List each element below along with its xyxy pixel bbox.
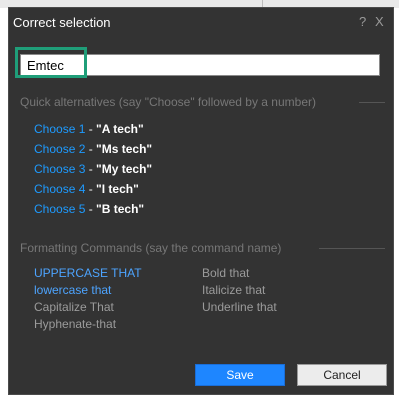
choose-label[interactable]: Choose 1: [34, 122, 85, 136]
dialog-title: Correct selection: [13, 15, 111, 30]
command-uppercase-that[interactable]: UPPERCASE THAT: [34, 266, 142, 283]
alternatives-list: Choose 1 - "A tech" Choose 2 - "Ms tech"…: [34, 122, 152, 222]
alternative-text: "My tech": [96, 162, 153, 176]
alternative-text: "I tech": [96, 182, 139, 196]
save-button[interactable]: Save: [195, 364, 285, 386]
separator: -: [85, 202, 97, 216]
alternative-item-1[interactable]: Choose 1 - "A tech": [34, 122, 152, 142]
command-bold-that[interactable]: Bold that: [202, 266, 277, 283]
alternative-item-5[interactable]: Choose 5 - "B tech": [34, 202, 152, 222]
alternatives-divider: [359, 102, 385, 103]
formatting-column-2: Bold that Italicize that Underline that: [202, 266, 277, 317]
formatting-heading: Formatting Commands (say the command nam…: [20, 241, 282, 255]
correct-selection-dialog: Correct selection ? X Quick alternatives…: [8, 7, 394, 395]
alternative-text: "A tech": [96, 122, 144, 136]
alternative-text: "B tech": [96, 202, 145, 216]
help-icon[interactable]: ?: [359, 14, 366, 29]
cancel-button[interactable]: Cancel: [297, 364, 387, 386]
formatting-column-1: UPPERCASE THAT lowercase that Capitalize…: [34, 266, 142, 334]
command-italicize-that[interactable]: Italicize that: [202, 283, 277, 300]
alternatives-heading: Quick alternatives (say "Choose" followe…: [20, 95, 316, 109]
separator: -: [85, 142, 97, 156]
alternative-text: "Ms tech": [96, 142, 153, 156]
separator: -: [85, 162, 97, 176]
command-underline-that[interactable]: Underline that: [202, 300, 277, 317]
alternative-item-3[interactable]: Choose 3 - "My tech": [34, 162, 152, 182]
choose-label[interactable]: Choose 2: [34, 142, 85, 156]
choose-label[interactable]: Choose 5: [34, 202, 85, 216]
correction-input-wrapper: [20, 54, 380, 76]
command-hyphenate-that[interactable]: Hyphenate-that: [34, 317, 142, 334]
close-icon[interactable]: X: [375, 14, 384, 29]
correction-input[interactable]: [21, 55, 379, 75]
separator: -: [85, 182, 97, 196]
alternative-item-2[interactable]: Choose 2 - "Ms tech": [34, 142, 152, 162]
command-lowercase-that[interactable]: lowercase that: [34, 283, 142, 300]
alternative-item-4[interactable]: Choose 4 - "I tech": [34, 182, 152, 202]
title-bar: Correct selection ? X: [9, 8, 393, 36]
choose-label[interactable]: Choose 3: [34, 162, 85, 176]
formatting-divider: [319, 248, 385, 249]
separator: -: [85, 122, 97, 136]
choose-label[interactable]: Choose 4: [34, 182, 85, 196]
command-capitalize-that[interactable]: Capitalize That: [34, 300, 142, 317]
